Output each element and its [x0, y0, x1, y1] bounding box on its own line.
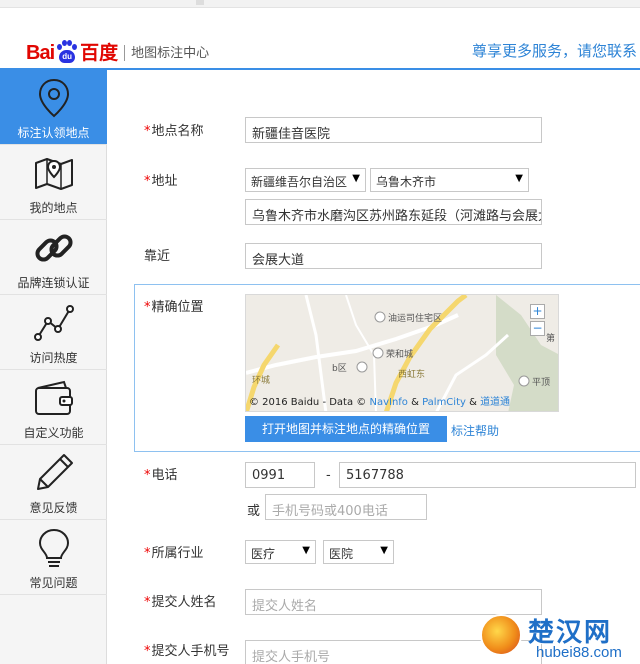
pencil-icon — [32, 451, 76, 495]
sidebar-item-brand-chain[interactable]: 品牌连锁认证 — [0, 220, 107, 295]
precise-location-label: *精确位置 — [144, 296, 204, 315]
required-mark: * — [144, 468, 151, 483]
phone-number-input[interactable]: 5167788 — [339, 462, 636, 488]
address-detail-input[interactable]: 乌鲁木齐市水磨沟区苏州路东延段（河滩路与会展大道 — [245, 199, 542, 225]
daodaotong-link[interactable]: 道道通 — [480, 397, 510, 408]
site-watermark: 楚汉网 hubei88.com — [480, 612, 640, 664]
industry-subcategory-select[interactable]: 医院 ▼ — [323, 540, 394, 564]
dropdown-arrow-icon: ▼ — [380, 545, 388, 556]
required-mark: * — [144, 300, 151, 315]
map-road-label: 环城 — [252, 376, 271, 386]
watermark-url: hubei88.com — [536, 644, 622, 661]
area-code-input[interactable]: 0991 — [245, 462, 315, 488]
near-label: 靠近 — [144, 249, 171, 264]
label-text: 精确位置 — [151, 300, 204, 315]
near-input[interactable]: 会展大道 — [245, 243, 542, 269]
industry-subcategory-value: 医院 — [329, 547, 354, 561]
required-mark: * — [144, 595, 151, 610]
lightbulb-icon — [32, 526, 76, 570]
city-value: 乌鲁木齐市 — [376, 175, 437, 189]
phone-label: *电话 — [144, 464, 178, 483]
map-road-label: 西虹东 — [398, 370, 426, 380]
map-copyright: © 2016 Baidu - Data © NavInfo & PalmCity… — [249, 393, 510, 408]
sidebar-item-faq[interactable]: 常见问题 — [0, 520, 107, 595]
sidebar-item-feedback[interactable]: 意见反馈 — [0, 445, 107, 520]
zoom-out-button[interactable]: − — [530, 321, 545, 336]
sidebar-item-label: 自定义功能 — [23, 426, 84, 440]
location-form: *地点名称 新疆佳音医院 *地址 新疆维吾尔自治区 ▼ 乌鲁木齐市 ▼ 乌鲁木齐市水… — [108, 70, 640, 664]
sidebar-item-mark-location[interactable]: 标注认领地点 — [0, 70, 107, 145]
sidebar-item-custom-features[interactable]: 自定义功能 — [0, 370, 107, 445]
mark-help-link[interactable]: 标注帮助 — [451, 422, 499, 439]
line-trend-icon — [32, 301, 76, 345]
map-poi-label: 平顶 — [532, 378, 551, 388]
map-poi-label: b区 — [332, 364, 347, 374]
label-text: 电话 — [151, 468, 178, 483]
sidebar-item-visit-heat[interactable]: 访问热度 — [0, 295, 107, 370]
map-poi-label: 荣和城 — [386, 350, 414, 360]
sidebar-nav: 标注认领地点 我的地点 品牌连锁认证 访问热度 自定义功能 意见反馈 常见问题 — [0, 70, 107, 664]
sidebar-item-label: 品牌连锁认证 — [17, 276, 90, 290]
submitter-phone-label: *提交人手机号 — [144, 640, 230, 659]
address-label: *地址 — [144, 170, 178, 189]
top-strip-nub — [196, 0, 204, 5]
location-map[interactable]: 油运司住宅区 荣和城 b区 平顶 环城 西虹东 第 + − © 2016 Bai… — [245, 294, 559, 412]
mobile-input[interactable]: 手机号码或400电话 — [265, 494, 427, 520]
dropdown-arrow-icon: ▼ — [352, 173, 360, 184]
logo-du-text: du — [59, 50, 76, 63]
dropdown-arrow-icon: ▼ — [302, 545, 310, 556]
label-text: 地址 — [151, 174, 178, 189]
logo-divider — [124, 45, 126, 61]
dropdown-arrow-icon: ▼ — [515, 173, 523, 184]
industry-category-value: 医疗 — [251, 547, 276, 561]
required-mark: * — [144, 546, 151, 561]
place-name-input[interactable]: 新疆佳音医院 — [245, 117, 542, 143]
label-text: 地点名称 — [151, 124, 204, 139]
browser-top-strip — [0, 0, 640, 8]
page-header: Bai du 百度 地图标注中心 尊享更多服务，请您联系 — [0, 8, 640, 70]
sidebar-item-label: 意见反馈 — [29, 501, 78, 515]
watermark-logo-icon — [480, 614, 522, 656]
promo-link[interactable]: 尊享更多服务，请您联系 — [472, 40, 637, 61]
map-edge-label: 第 — [546, 334, 556, 344]
sidebar-item-label: 我的地点 — [29, 201, 78, 215]
map-poi-label: 油运司住宅区 — [388, 314, 443, 324]
paw-logo-icon: du — [55, 40, 79, 64]
required-mark: * — [144, 174, 151, 189]
baidu-logo[interactable]: Bai du 百度 地图标注中心 — [26, 34, 209, 64]
industry-label: *所属行业 — [144, 542, 204, 561]
logo-cn-text: 百度 — [80, 42, 119, 64]
phone-dash: - — [326, 468, 331, 483]
logo-bai-text: Bai — [26, 42, 55, 64]
copyright-text: © 2016 Baidu - Data © — [249, 397, 370, 408]
required-mark: * — [144, 644, 151, 659]
copyright-amp: & — [407, 397, 423, 408]
sidebar-item-my-locations[interactable]: 我的地点 — [0, 145, 107, 220]
or-label: 或 — [247, 504, 261, 519]
wallet-icon — [32, 376, 76, 420]
location-pin-icon — [32, 76, 76, 120]
sidebar-item-label: 常见问题 — [29, 576, 78, 590]
page-subtitle: 地图标注中心 — [131, 46, 210, 61]
industry-category-select[interactable]: 医疗 ▼ — [245, 540, 316, 564]
sidebar-item-label: 访问热度 — [29, 351, 78, 365]
navinfo-link[interactable]: NavInfo — [369, 397, 407, 408]
sidebar-item-label: 标注认领地点 — [17, 126, 90, 140]
submitter-name-label: *提交人姓名 — [144, 591, 217, 610]
chain-link-icon — [32, 226, 76, 270]
folded-map-icon — [32, 151, 76, 195]
label-text: 提交人手机号 — [151, 644, 230, 659]
required-mark: * — [144, 124, 151, 139]
open-map-button[interactable]: 打开地图并标注地点的精确位置 — [245, 416, 447, 442]
palmcity-link[interactable]: PalmCity — [422, 397, 466, 408]
label-text: 提交人姓名 — [151, 595, 217, 610]
province-value: 新疆维吾尔自治区 — [251, 175, 348, 189]
copyright-amp: & — [465, 397, 481, 408]
label-text: 所属行业 — [151, 546, 204, 561]
place-name-label: *地点名称 — [144, 120, 204, 139]
province-select[interactable]: 新疆维吾尔自治区 ▼ — [245, 168, 366, 192]
zoom-in-button[interactable]: + — [530, 304, 545, 319]
city-select[interactable]: 乌鲁木齐市 ▼ — [370, 168, 529, 192]
